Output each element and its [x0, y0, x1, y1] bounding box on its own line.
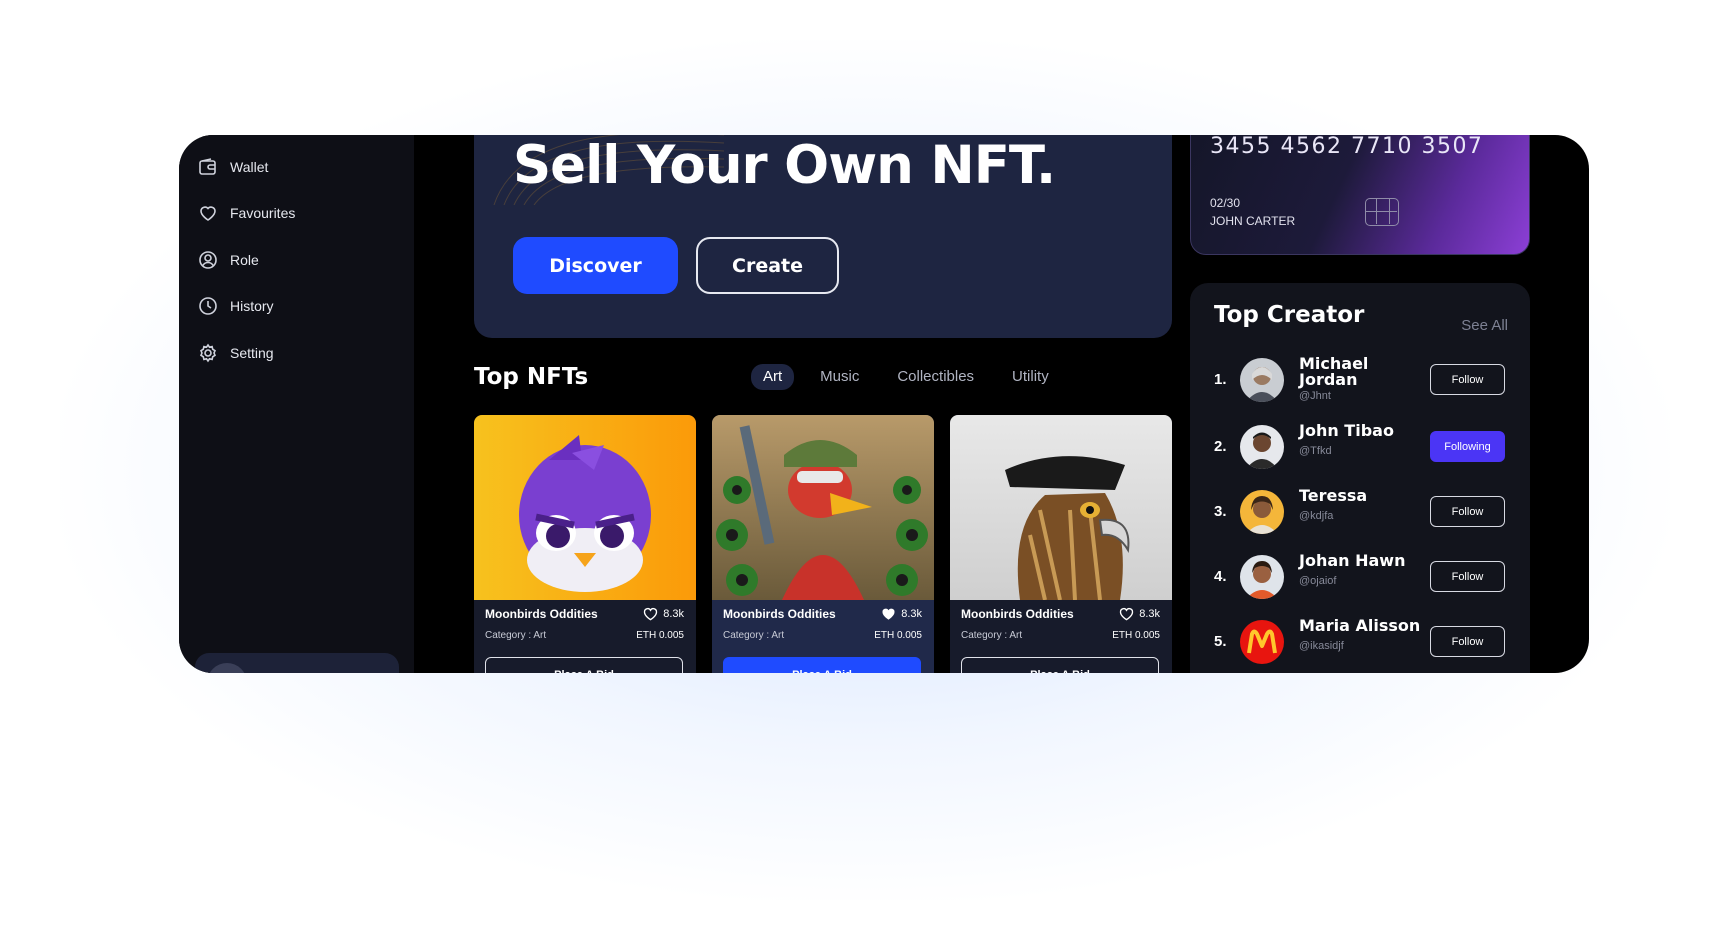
card-holder: JOHN CARTER	[1210, 214, 1296, 228]
sidebar-item-setting[interactable]: Setting	[198, 341, 274, 365]
place-bid-button[interactable]: Place A Bid	[485, 657, 683, 673]
sidebar-item-role[interactable]: Role	[198, 248, 259, 272]
like-count-value: 8.3k	[901, 608, 922, 620]
heart-icon	[1120, 608, 1134, 621]
nft-card[interactable]: Moonbirds Oddities 8.3k Category : Art E…	[474, 415, 696, 673]
create-button[interactable]: Create	[696, 237, 839, 294]
creator-handle: @kdjfa	[1299, 510, 1334, 522]
profile-card[interactable]	[195, 653, 399, 673]
tab-collectibles[interactable]: Collectibles	[885, 364, 986, 390]
chip-icon	[1365, 198, 1399, 226]
nft-category: Category : Art	[723, 630, 785, 641]
like-count-value: 8.3k	[663, 608, 684, 620]
nft-price: ETH 0.005	[636, 630, 684, 641]
creator-name: Michael Jordan	[1299, 354, 1369, 389]
creator-rank: 5.	[1214, 633, 1227, 650]
nft-category: Category : Art	[485, 630, 547, 641]
creator-rank: 2.	[1214, 438, 1227, 455]
hero-title: Sell Your Own NFT.	[513, 135, 1056, 196]
like-count[interactable]: 8.3k	[643, 607, 684, 621]
follow-button[interactable]: Follow	[1430, 496, 1505, 527]
see-all-link[interactable]: See All	[1461, 317, 1508, 334]
like-count[interactable]: 8.3k	[881, 607, 922, 621]
creator-row: 3. Teressa @kdjfa Follow	[1190, 488, 1530, 538]
sidebar-item-favourites[interactable]: Favourites	[198, 201, 295, 225]
credit-card[interactable]: 3455 4562 7710 3507 02/30 JOHN CARTER	[1190, 135, 1530, 255]
follow-button[interactable]: Follow	[1430, 364, 1505, 395]
avatar	[1240, 490, 1284, 534]
nft-card[interactable]: Moonbirds Oddities 8.3k Category : Art E…	[950, 415, 1172, 673]
sidebar-item-label: Role	[230, 252, 259, 268]
nft-category: Category : Art	[961, 630, 1023, 641]
app-window: Wallet Favourites Role History Setting S…	[179, 135, 1589, 673]
avatar	[1240, 425, 1284, 469]
sidebar-item-label: Wallet	[230, 159, 269, 175]
discover-button[interactable]: Discover	[513, 237, 678, 294]
clock-icon	[199, 297, 217, 315]
creator-name: Teressa	[1299, 486, 1368, 505]
sidebar-item-label: Setting	[230, 345, 274, 361]
tab-music[interactable]: Music	[808, 364, 871, 390]
creator-name: Maria Alisson	[1299, 616, 1421, 635]
sidebar-item-history[interactable]: History	[198, 294, 274, 318]
mcdonalds-logo-avatar	[1240, 620, 1284, 664]
hero-banner: Sell Your Own NFT. Discover Create	[474, 135, 1172, 338]
sidebar: Wallet Favourites Role History Setting	[179, 135, 414, 673]
avatar	[1240, 358, 1284, 402]
creator-rank: 3.	[1214, 503, 1227, 520]
place-bid-button[interactable]: Place A Bid	[961, 657, 1159, 673]
nft-image	[712, 415, 934, 600]
gear-icon	[199, 343, 217, 363]
category-tabs: Art Music Collectibles Utility	[751, 364, 1061, 390]
following-button[interactable]: Following	[1430, 431, 1505, 462]
heart-icon	[644, 608, 658, 621]
heart-filled-icon	[882, 608, 895, 620]
follow-button[interactable]: Follow	[1430, 561, 1505, 592]
nft-name: Moonbirds Oddities	[485, 607, 598, 621]
nft-image	[474, 415, 696, 600]
card-number: 3455 4562 7710 3507	[1210, 135, 1484, 159]
sidebar-item-label: Favourites	[230, 205, 296, 221]
nft-price: ETH 0.005	[874, 630, 922, 641]
creator-rank: 4.	[1214, 568, 1227, 585]
user-circle-icon	[199, 251, 217, 269]
like-count[interactable]: 8.3k	[1119, 607, 1160, 621]
creator-handle: @ikasidjf	[1299, 640, 1344, 652]
sidebar-item-label: History	[230, 298, 274, 314]
top-creator-title: Top Creator	[1214, 302, 1365, 328]
creator-row: 5. Maria Alisson @ikasidjf Follow	[1190, 618, 1530, 668]
top-creator-panel: Top Creator See All 1. Michael Jordan @J…	[1190, 283, 1530, 673]
creator-handle: @Jhnt	[1299, 390, 1331, 402]
creator-name: John Tibao	[1299, 421, 1394, 440]
creator-row: 2. John Tibao @Tfkd Following	[1190, 423, 1530, 473]
place-bid-button[interactable]: Place A Bid	[723, 657, 921, 673]
wallet-icon	[199, 158, 216, 175]
nft-image	[950, 415, 1172, 600]
top-nfts-title: Top NFTs	[474, 364, 589, 390]
creator-row: 1. Michael Jordan @Jhnt Follow	[1190, 356, 1530, 406]
avatar	[207, 663, 247, 673]
creator-rank: 1.	[1214, 371, 1227, 388]
avatar	[1240, 555, 1284, 599]
tab-utility[interactable]: Utility	[1000, 364, 1061, 390]
creator-row: 4. Johan Hawn @ojaiof Follow	[1190, 553, 1530, 603]
tab-art[interactable]: Art	[751, 364, 795, 390]
creator-handle: @ojaiof	[1299, 575, 1337, 587]
nft-name: Moonbirds Oddities	[723, 607, 836, 621]
card-expiry: 02/30	[1210, 196, 1241, 210]
nft-card[interactable]: Moonbirds Oddities 8.3k Category : Art E…	[712, 415, 934, 673]
heart-icon	[200, 206, 216, 221]
like-count-value: 8.3k	[1139, 608, 1160, 620]
nft-name: Moonbirds Oddities	[961, 607, 1074, 621]
creator-handle: @Tfkd	[1299, 445, 1332, 457]
creator-name: Johan Hawn	[1299, 551, 1406, 570]
nft-price: ETH 0.005	[1112, 630, 1160, 641]
sidebar-item-wallet[interactable]: Wallet	[198, 155, 268, 179]
follow-button[interactable]: Follow	[1430, 626, 1505, 657]
